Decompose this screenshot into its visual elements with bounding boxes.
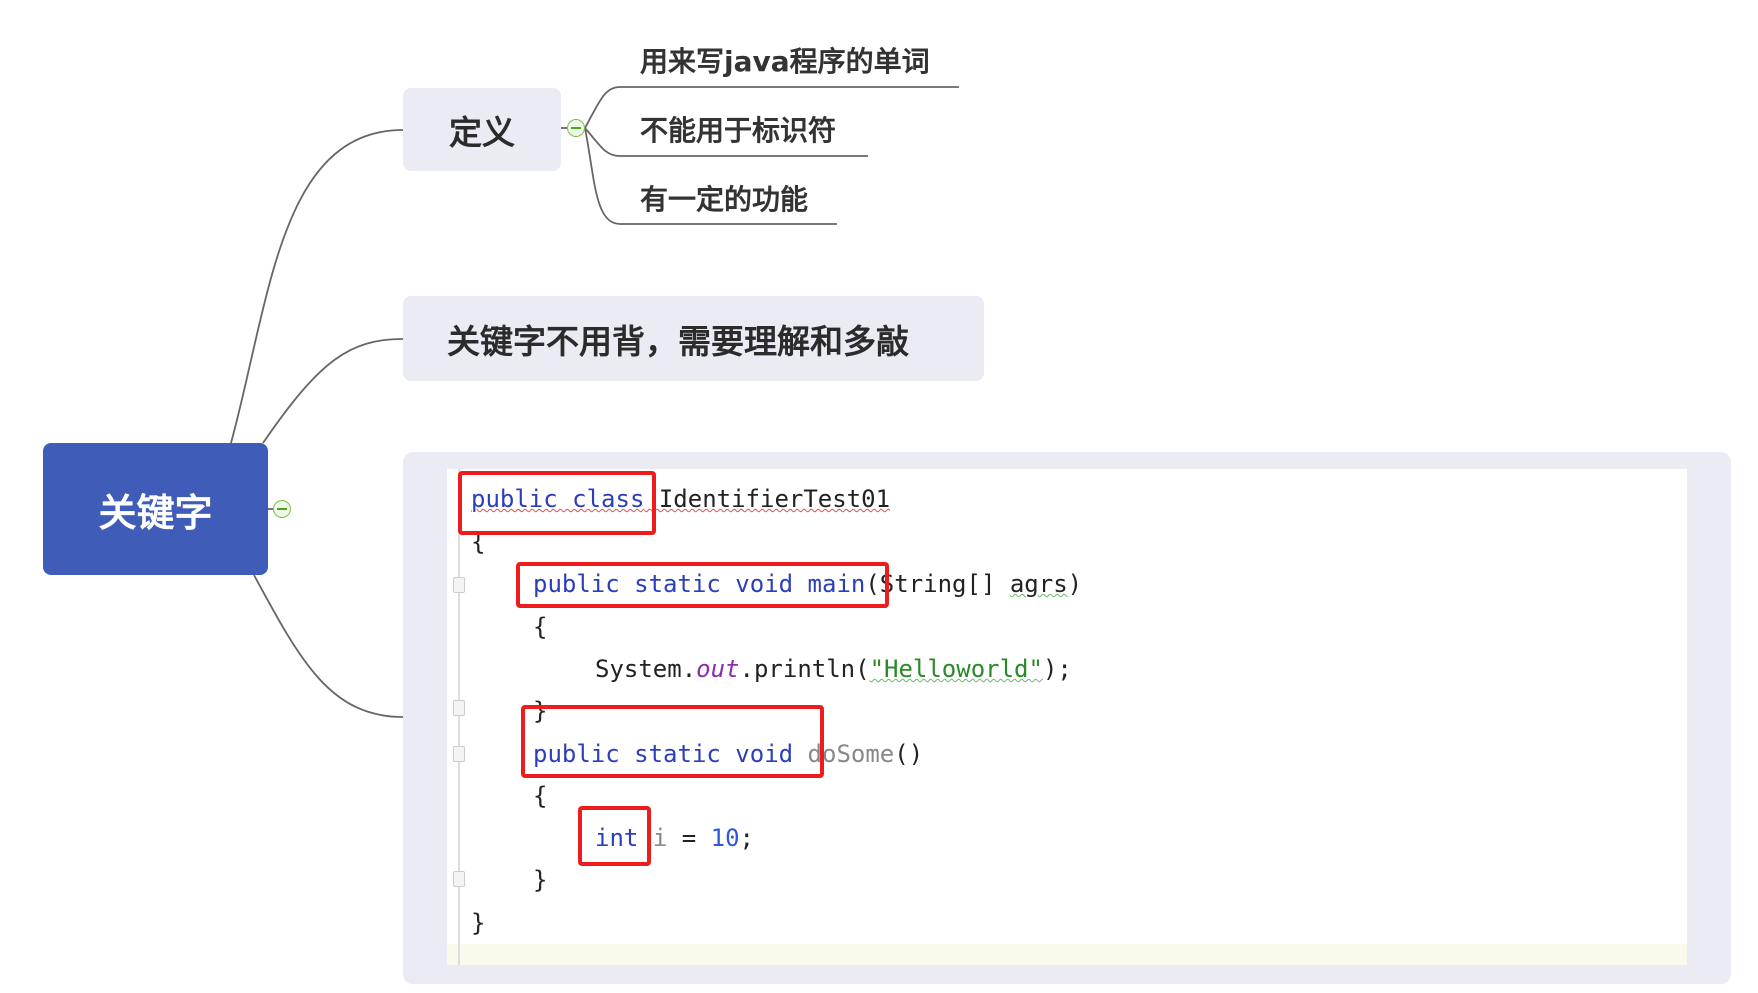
code-token: out xyxy=(696,655,740,683)
fold-icon xyxy=(453,746,465,762)
highlight-box-int xyxy=(578,806,651,866)
fold-icon xyxy=(453,871,465,887)
definition-collapse-icon[interactable] xyxy=(567,119,585,137)
class-name: IdentifierTest01 xyxy=(658,485,891,513)
code-line: } xyxy=(533,866,548,894)
caret-line-highlight xyxy=(447,944,1687,965)
root-collapse-icon[interactable] xyxy=(273,500,291,518)
param-name: agrs xyxy=(1009,570,1068,598)
fold-icon xyxy=(453,700,465,716)
variable: i xyxy=(652,824,668,852)
code-line: { xyxy=(533,613,548,641)
code-line: } xyxy=(471,909,486,937)
note-label: 关键字不用背，需要理解和多敲 xyxy=(447,321,909,361)
root-topic[interactable]: 关键字 xyxy=(43,443,268,575)
editor-gutter xyxy=(458,469,460,965)
fold-icon xyxy=(453,577,465,593)
code-token: ; xyxy=(739,824,754,852)
code-token: .println( xyxy=(739,655,870,683)
connector-root-code xyxy=(253,574,404,718)
definition-leaf[interactable]: 有一定的功能 xyxy=(640,178,808,218)
number-literal: 10 xyxy=(710,824,740,852)
highlight-box-main xyxy=(516,562,889,608)
definition-leaf[interactable]: 用来写java程序的单词 xyxy=(640,40,930,80)
definition-leaf[interactable]: 不能用于标识符 xyxy=(640,109,836,149)
definition-label: 定义 xyxy=(449,112,515,152)
code-token: System. xyxy=(595,655,697,683)
note-topic[interactable]: 关键字不用背，需要理解和多敲 xyxy=(403,296,984,381)
code-token: () xyxy=(894,740,924,768)
connector-root-note xyxy=(262,338,404,444)
code-token: ); xyxy=(1042,655,1072,683)
highlight-box-class xyxy=(458,471,656,535)
connector-root-definition xyxy=(230,129,404,444)
code-line-println: System.out.println("Helloworld"); xyxy=(595,654,1072,684)
code-line: { xyxy=(533,782,548,810)
paren: ) xyxy=(1067,570,1083,598)
highlight-box-dosome xyxy=(521,705,824,778)
code-token: = xyxy=(667,824,711,852)
definition-topic[interactable]: 定义 xyxy=(403,88,561,171)
root-topic-label: 关键字 xyxy=(98,490,213,535)
string-literal: "Helloworld" xyxy=(869,655,1043,683)
